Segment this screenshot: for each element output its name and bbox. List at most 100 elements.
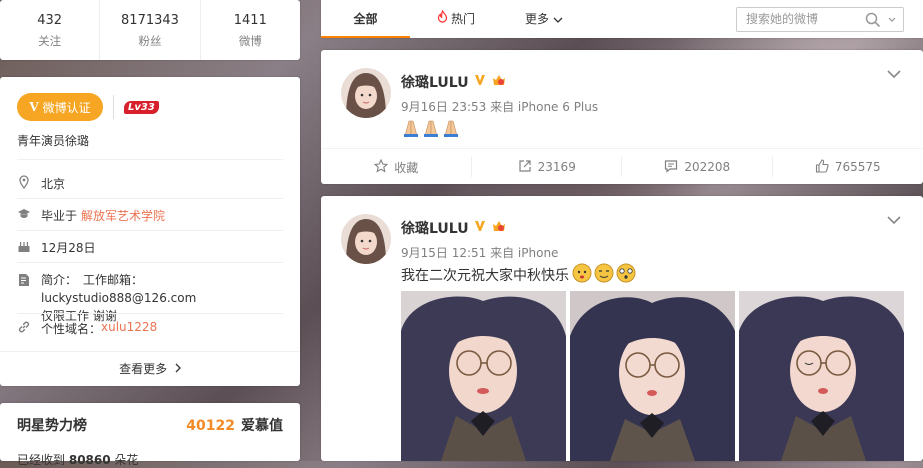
stat-following-count: 432 — [0, 13, 99, 29]
thumbs-up-icon — [815, 159, 829, 176]
domain-link[interactable]: xulu1228 — [101, 320, 157, 334]
post-content — [401, 118, 461, 142]
stat-following[interactable]: 432 关注 — [0, 0, 100, 60]
domain-label: 个性域名： — [41, 320, 101, 337]
chevron-down-icon — [553, 0, 563, 38]
stat-posts[interactable]: 1411 微博 — [201, 0, 300, 60]
view-more-label: 查看更多 — [119, 362, 167, 376]
author-name-link[interactable]: 徐璐LULU — [401, 72, 469, 92]
search-dropdown-icon[interactable] — [887, 14, 897, 24]
weibo-post: 徐璐LULU 9月15日 12:51 来自 iPhone 我在二次元祝大家中秋快… — [321, 196, 923, 461]
tab-more[interactable]: 更多 — [525, 0, 563, 38]
post-options-chevron-icon[interactable] — [887, 214, 901, 224]
view-more-button[interactable]: 查看更多 — [0, 360, 300, 377]
flame-icon — [437, 0, 448, 38]
divider — [17, 159, 283, 160]
flowers-suffix: 朵花 — [114, 453, 138, 467]
school-prefix: 毕业于 — [41, 207, 77, 224]
stat-followers-label: 粉丝 — [100, 33, 199, 49]
tab-all[interactable]: 全部 — [321, 0, 410, 38]
location-pin-icon — [17, 175, 31, 189]
info-domain: 个性域名： xulu1228 — [17, 320, 287, 337]
post-photo[interactable] — [570, 291, 735, 461]
info-school: 毕业于 解放军艺术学院 — [17, 207, 287, 224]
chevron-right-icon — [175, 362, 181, 376]
praying-hands-emoji-icon — [401, 118, 461, 142]
link-chain-icon — [17, 320, 31, 334]
bio-text: 青年演员徐璐 — [17, 132, 89, 149]
comment-button[interactable]: 202208 — [622, 149, 773, 185]
weibo-post: 徐璐LULU 9月16日 23:53 来自 iPhone 6 Plus 收藏 — [321, 50, 923, 184]
divider — [0, 351, 300, 352]
search-box — [736, 7, 904, 32]
author-name-link[interactable]: 徐璐LULU — [401, 218, 469, 238]
ranking-score: 40122 爱慕值 — [186, 415, 283, 435]
stat-followers-count: 8171343 — [100, 13, 199, 29]
like-count: 765575 — [835, 160, 881, 174]
intro-label: 简介： — [41, 273, 77, 287]
ranking-value: 40122 — [186, 418, 235, 434]
document-edit-icon — [17, 273, 31, 287]
post-photo[interactable] — [739, 291, 904, 461]
post-content: 我在二次元祝大家中秋快乐 — [401, 262, 637, 288]
info-birthday: 12月28日 — [17, 239, 287, 256]
verify-badge-button[interactable]: V 微博认证 — [17, 93, 103, 121]
divider — [17, 198, 283, 199]
like-button[interactable]: 765575 — [773, 149, 923, 185]
stat-followers[interactable]: 8171343 粉丝 — [100, 0, 200, 60]
feed-tab-bar: 全部 热门 更多 — [321, 0, 923, 38]
tab-hot-label: 热门 — [451, 0, 475, 38]
star-ranking-card: 明星势力榜 40122爱慕值 已经收到 80860 朵花 — [0, 403, 300, 461]
verified-v-icon[interactable] — [473, 219, 487, 237]
birthday-cake-icon — [17, 239, 31, 253]
post-meta[interactable]: 9月15日 12:51 来自 iPhone — [401, 244, 558, 261]
photo-grid — [401, 291, 904, 461]
verify-separator — [113, 95, 114, 119]
birthday-text: 12月28日 — [41, 239, 96, 256]
stat-posts-label: 微博 — [201, 33, 300, 49]
repost-count: 23169 — [538, 160, 576, 174]
favorite-button[interactable]: 收藏 — [321, 149, 472, 185]
tab-hot[interactable]: 热门 — [437, 0, 475, 38]
info-location: 北京 — [17, 175, 287, 192]
info-intro: 简介：工作邮箱：luckystudio888@126.com 仅限工作 谢谢 — [17, 271, 287, 325]
school-link[interactable]: 解放军艺术学院 — [81, 207, 165, 224]
verify-row: V 微博认证 Lv33 — [17, 93, 159, 121]
post-actions: 收藏 23169 202208 765575 — [321, 148, 923, 185]
location-text: 北京 — [41, 175, 65, 192]
flowers-prefix: 已经收到 — [17, 453, 65, 467]
mooncake-emoji-icon — [571, 262, 637, 288]
avatar[interactable] — [341, 214, 391, 264]
flowers-count: 80860 — [69, 453, 111, 467]
member-crown-icon[interactable] — [491, 219, 507, 237]
favorite-label: 收藏 — [394, 159, 418, 176]
verify-label: 微博认证 — [43, 99, 91, 116]
level-badge[interactable]: Lv33 — [124, 101, 159, 114]
ranking-unit: 爱慕值 — [241, 418, 283, 434]
post-author: 徐璐LULU — [401, 218, 507, 238]
divider — [17, 313, 283, 314]
search-icon[interactable] — [865, 12, 881, 28]
ranking-title[interactable]: 明星势力榜 — [17, 415, 87, 435]
comment-count: 202208 — [684, 160, 730, 174]
post-options-chevron-icon[interactable] — [887, 68, 901, 78]
ranking-flowers: 已经收到 80860 朵花 — [17, 451, 138, 468]
divider — [17, 230, 283, 231]
tab-more-label: 更多 — [525, 0, 549, 38]
post-text: 我在二次元祝大家中秋快乐 — [401, 265, 569, 285]
member-crown-icon[interactable] — [491, 73, 507, 91]
post-photo[interactable] — [401, 291, 566, 461]
verify-v-icon: V — [29, 100, 38, 114]
share-arrow-icon — [518, 159, 532, 176]
verified-v-icon[interactable] — [473, 73, 487, 91]
post-meta[interactable]: 9月16日 23:53 来自 iPhone 6 Plus — [401, 98, 598, 115]
profile-stats: 432 关注 8171343 粉丝 1411 微博 — [0, 0, 300, 60]
avatar[interactable] — [341, 68, 391, 118]
profile-info-card: V 微博认证 Lv33 青年演员徐璐 北京 毕业于 解放军艺术学院 12月28日… — [0, 77, 300, 386]
search-input[interactable] — [746, 8, 876, 29]
stat-following-label: 关注 — [0, 33, 99, 49]
post-author: 徐璐LULU — [401, 72, 507, 92]
comment-icon — [664, 159, 678, 176]
repost-button[interactable]: 23169 — [472, 149, 623, 185]
stat-posts-count: 1411 — [201, 13, 300, 29]
